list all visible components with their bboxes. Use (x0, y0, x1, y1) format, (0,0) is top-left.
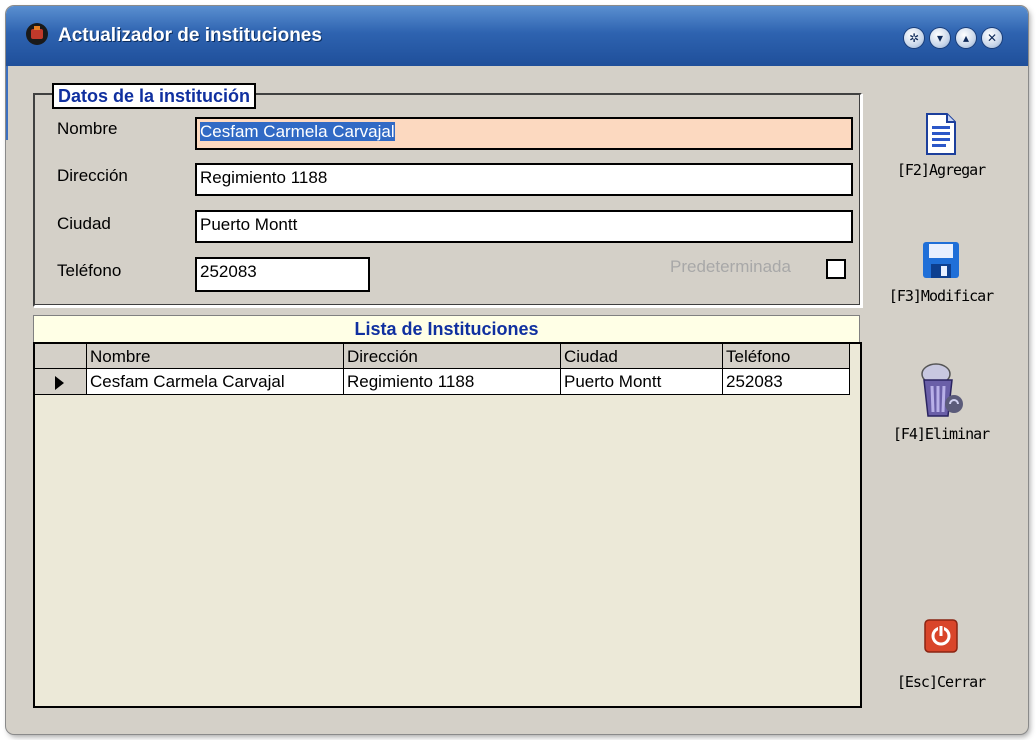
power-icon (924, 619, 958, 653)
column-header-ciudad[interactable]: Ciudad (561, 344, 723, 369)
floppy-disk-icon (923, 242, 959, 278)
row-indicator-header (35, 344, 87, 369)
telefono-label: Teléfono (57, 261, 122, 280)
row-indicator[interactable] (35, 369, 87, 395)
predeterminada-checkbox[interactable] (826, 259, 846, 279)
predeterminada-label: Predeterminada (670, 257, 791, 276)
group-title: Datos de la institución (52, 83, 257, 109)
agregar-label: [F2]Agregar (896, 161, 986, 179)
rollup-icon[interactable]: ▴ (956, 28, 976, 48)
column-header-direccion[interactable]: Dirección (344, 344, 561, 369)
nombre-value: Cesfam Carmela Carvajal (200, 122, 395, 141)
modificar-button[interactable]: [F3]Modificar (885, 238, 997, 305)
recycle-bin-icon (921, 363, 963, 417)
new-document-icon (926, 113, 956, 155)
window-edge (6, 66, 12, 140)
title-bar[interactable]: Actualizador de instituciones ✲ ▾ ▴ ✕ (6, 6, 1028, 66)
help-icon[interactable]: ✲ (904, 28, 924, 48)
window-title: Actualizador de instituciones (58, 25, 322, 46)
app-icon (26, 23, 48, 45)
direccion-label: Dirección (57, 166, 128, 185)
current-row-arrow-icon (55, 376, 64, 390)
ciudad-field[interactable]: Puerto Montt (195, 210, 853, 243)
cerrar-button[interactable]: [Esc]Cerrar (885, 618, 997, 691)
cerrar-label: [Esc]Cerrar (896, 673, 986, 691)
list-title: Lista de Instituciones (33, 315, 860, 342)
eliminar-button[interactable]: [F4]Eliminar (885, 360, 997, 443)
telefono-field[interactable]: 252083 (195, 257, 370, 292)
column-header-nombre[interactable]: Nombre (87, 344, 344, 369)
eliminar-label: [F4]Eliminar (892, 425, 990, 443)
column-header-telefono[interactable]: Teléfono (723, 344, 850, 369)
table-cell-direccion[interactable]: Regimiento 1188 (344, 369, 561, 395)
close-icon[interactable]: ✕ (982, 28, 1002, 48)
modificar-label: [F3]Modificar (888, 287, 994, 305)
agregar-button[interactable]: [F2]Agregar (885, 112, 997, 179)
nombre-label: Nombre (57, 119, 118, 138)
table-cell-telefono[interactable]: 252083 (723, 369, 850, 395)
table-cell-nombre[interactable]: Cesfam Carmela Carvajal (87, 369, 344, 395)
pin-icon[interactable]: ▾ (930, 28, 950, 48)
table-cell-ciudad[interactable]: Puerto Montt (561, 369, 723, 395)
ciudad-label: Ciudad (57, 214, 111, 233)
nombre-field[interactable]: Cesfam Carmela Carvajal (195, 117, 853, 150)
institutions-grid[interactable]: Nombre Dirección Ciudad Teléfono Cesfam … (33, 342, 862, 708)
direccion-field[interactable]: Regimiento 1188 (195, 163, 853, 196)
